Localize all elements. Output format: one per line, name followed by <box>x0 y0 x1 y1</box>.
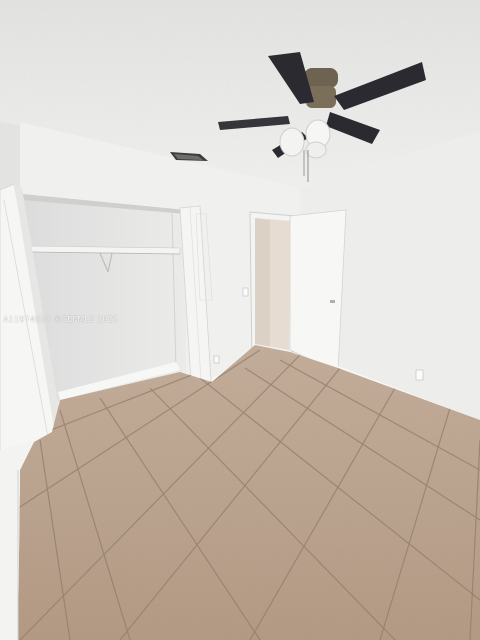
photo-watermark: A11974630 ©SEFMLS 2025 <box>3 315 119 324</box>
wall-outlet-right <box>415 369 424 381</box>
bedroom-photo: A11974630 ©SEFMLS 2025 <box>0 0 480 640</box>
hallway-doorway <box>249 211 295 367</box>
light-switch <box>242 287 249 297</box>
wall-outlet <box>213 355 220 364</box>
door-handle <box>330 300 335 303</box>
bedroom-door <box>289 209 347 373</box>
